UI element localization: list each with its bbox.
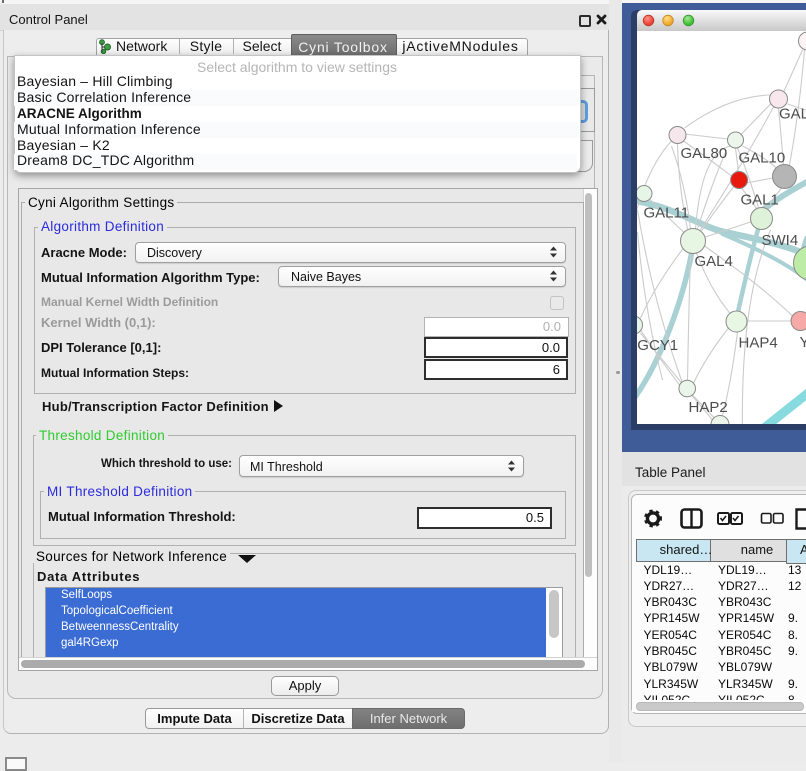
svg-text:GAL7: GAL7 [779,106,806,123]
svg-text:SWI4: SWI4 [761,232,798,249]
svg-text:HAP4: HAP4 [738,335,777,352]
svg-text:YJL21: YJL21 [799,334,806,351]
svg-text:HAP2: HAP2 [688,399,727,416]
svg-text:GAL11: GAL11 [643,205,689,222]
svg-text:GAL4: GAL4 [694,253,732,270]
svg-text:GAL80: GAL80 [680,145,727,162]
svg-text:GAL1: GAL1 [740,192,778,209]
svg-text:GCY1: GCY1 [637,337,678,354]
svg-text:GAL10: GAL10 [738,150,785,167]
